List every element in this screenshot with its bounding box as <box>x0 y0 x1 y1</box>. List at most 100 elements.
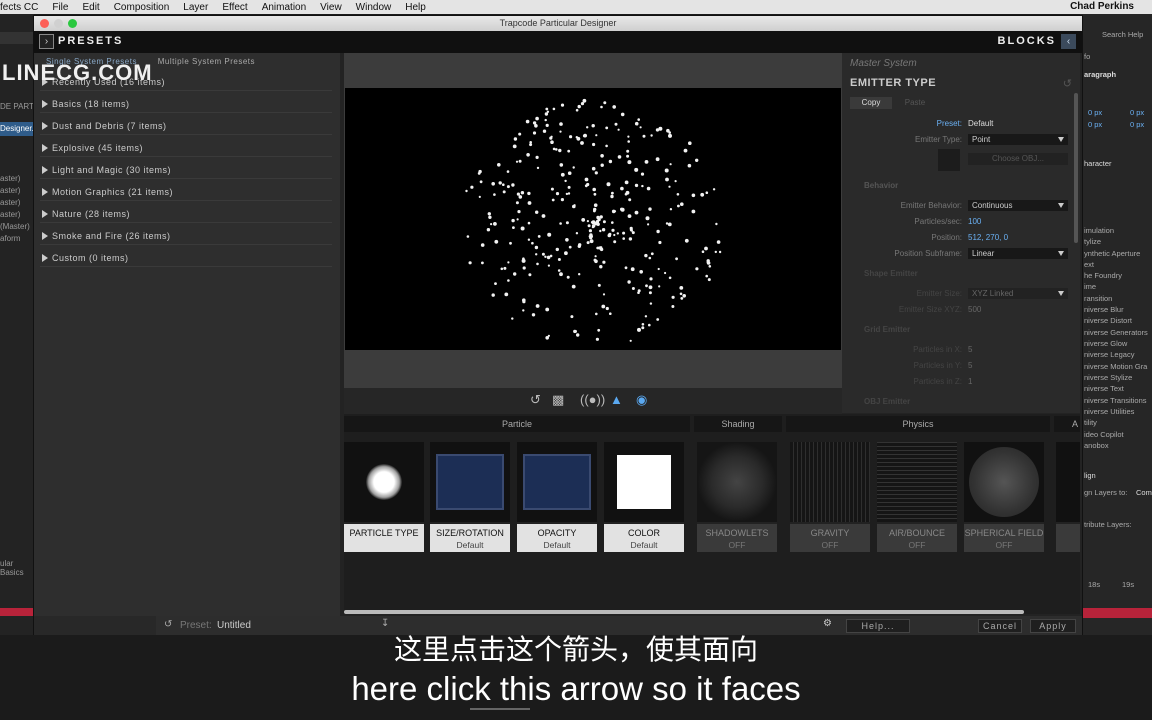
blocks-scrollbar[interactable] <box>344 610 1024 614</box>
menu-window[interactable]: Window <box>356 2 392 13</box>
zoom-button[interactable] <box>68 19 77 28</box>
preset-category-nature[interactable]: Nature (28 items) <box>40 205 332 223</box>
timeline-slider[interactable] <box>470 708 530 710</box>
effects-item[interactable]: niverse Distort <box>1084 316 1132 325</box>
reset-icon[interactable]: ↺ <box>530 392 541 408</box>
minimize-button[interactable] <box>54 19 63 28</box>
preset-category-motion-graphics[interactable]: Motion Graphics (21 items) <box>40 183 332 201</box>
menu-composition[interactable]: Composition <box>114 2 170 13</box>
menu-view[interactable]: View <box>320 2 342 13</box>
emitter-size-dropdown[interactable]: XYZ Linked <box>968 288 1068 299</box>
particle <box>568 245 572 249</box>
effects-item[interactable]: niverse Motion Gra <box>1084 362 1147 371</box>
particle <box>557 269 561 272</box>
block-opacity[interactable]: OPACITY Default <box>517 442 597 552</box>
block-particle-type[interactable]: PARTICLE TYPE <box>344 442 424 552</box>
block-air-bounce[interactable]: AIR/BOUNCE OFF <box>877 442 957 552</box>
preset-category-dust-and-debris[interactable]: Dust and Debris (7 items) <box>40 117 332 135</box>
emitter-type-dropdown[interactable]: Point <box>968 134 1068 145</box>
preset-category-basics[interactable]: Basics (18 items) <box>40 95 332 113</box>
menu-file[interactable]: File <box>52 2 68 13</box>
preset-category-smoke-and-fire[interactable]: Smoke and Fire (26 items) <box>40 227 332 245</box>
effects-item[interactable]: he Foundry <box>1084 271 1122 280</box>
particle <box>626 154 630 158</box>
effects-item[interactable]: tylize <box>1084 237 1101 246</box>
effects-item[interactable]: niverse Text <box>1084 384 1124 393</box>
effects-item[interactable]: niverse Transitions <box>1084 396 1147 405</box>
particle <box>515 160 519 163</box>
particle <box>593 209 596 213</box>
align-target[interactable]: Com <box>1136 488 1152 497</box>
particles-sec-value[interactable]: 100 <box>968 217 981 226</box>
preset-category-light-and-magic[interactable]: Light and Magic (30 items) <box>40 161 332 179</box>
effects-item[interactable]: niverse Legacy <box>1084 350 1134 359</box>
grid-z-value[interactable]: 1 <box>968 377 972 386</box>
block-color[interactable]: COLOR Default <box>604 442 684 552</box>
particle <box>622 237 625 240</box>
particle <box>572 204 576 209</box>
emitter-scrollbar[interactable] <box>1074 93 1078 243</box>
ae-panel-tab[interactable]: ular Basics <box>0 559 34 577</box>
menu-effect[interactable]: Effect <box>222 2 247 13</box>
effects-item[interactable]: imulation <box>1084 226 1114 235</box>
particle <box>559 163 564 167</box>
blocks-toggle-arrow[interactable]: ‹ <box>1061 34 1076 49</box>
ae-layer: aster) <box>0 198 21 207</box>
effects-item[interactable]: niverse Stylize <box>1084 373 1132 382</box>
effects-item[interactable]: ynthetic Aperture <box>1084 249 1140 258</box>
menu-help[interactable]: Help <box>405 2 426 13</box>
paste-button[interactable]: Paste <box>894 97 936 109</box>
effects-item[interactable]: anobox <box>1084 441 1109 450</box>
particle <box>556 192 559 195</box>
effects-item[interactable]: ideo Copilot <box>1084 430 1124 439</box>
particle <box>627 280 631 284</box>
particle <box>611 228 615 232</box>
effects-item[interactable]: niverse Glow <box>1084 339 1127 348</box>
particle <box>565 221 569 225</box>
grid-y-value[interactable]: 5 <box>968 361 972 370</box>
particle <box>628 198 632 202</box>
block-gravity[interactable]: GRAVITY OFF <box>790 442 870 552</box>
particle-preview[interactable] <box>345 88 841 350</box>
aa-icon[interactable]: ▲ <box>610 392 623 407</box>
preset-category-explosive[interactable]: Explosive (45 items) <box>40 139 332 157</box>
effects-item[interactable]: ime <box>1084 282 1096 291</box>
effects-item[interactable]: niverse Generators <box>1084 328 1148 337</box>
menu-animation[interactable]: Animation <box>262 2 306 13</box>
ae-selected-layer[interactable]: Designer... <box>0 122 34 136</box>
audio-icon[interactable]: ((●)) <box>580 392 605 407</box>
particle <box>627 135 630 138</box>
tab-multiple-system-presets[interactable]: Multiple System Presets <box>158 57 255 66</box>
app-menu[interactable]: fects CC <box>0 2 38 13</box>
effects-item[interactable]: tility <box>1084 418 1097 427</box>
preset-category-custom[interactable]: Custom (0 items) <box>40 249 332 267</box>
effects-item[interactable]: ransition <box>1084 294 1112 303</box>
choose-obj-button[interactable]: Choose OBJ... <box>968 153 1068 165</box>
effects-item[interactable]: ext <box>1084 260 1094 269</box>
menu-layer[interactable]: Layer <box>183 2 208 13</box>
position-subframe-dropdown[interactable]: Linear <box>968 248 1068 259</box>
particle <box>527 238 531 241</box>
block-size-rotation[interactable]: SIZE/ROTATION Default <box>430 442 510 552</box>
emitter-behavior-dropdown[interactable]: Continuous <box>968 200 1068 211</box>
eye-icon[interactable]: ◉ <box>636 392 647 408</box>
grid-x-value[interactable]: 5 <box>968 345 972 354</box>
particle <box>669 208 673 211</box>
effects-item[interactable]: niverse Utilities <box>1084 407 1134 416</box>
block-shadowlets[interactable]: SHADOWLETS OFF <box>697 442 777 552</box>
search-help[interactable]: Search Help <box>1102 30 1143 39</box>
particle <box>487 212 491 216</box>
particle <box>593 203 598 207</box>
emitter-size-xyz-value[interactable]: 500 <box>968 305 981 314</box>
particle <box>611 221 614 224</box>
effects-item[interactable]: niverse Blur <box>1084 305 1124 314</box>
camera-icon[interactable]: ▩ <box>552 392 564 408</box>
presets-toggle-arrow[interactable]: › <box>39 34 54 49</box>
position-value[interactable]: 512, 270, 0 <box>968 233 1008 242</box>
block-spherical-field[interactable]: SPHERICAL FIELD OFF <box>964 442 1044 552</box>
copy-button[interactable]: Copy <box>850 97 892 109</box>
block-partial[interactable] <box>1056 442 1080 552</box>
reset-icon[interactable]: ↺ <box>1063 77 1072 90</box>
close-button[interactable] <box>40 19 49 28</box>
menu-edit[interactable]: Edit <box>82 2 99 13</box>
